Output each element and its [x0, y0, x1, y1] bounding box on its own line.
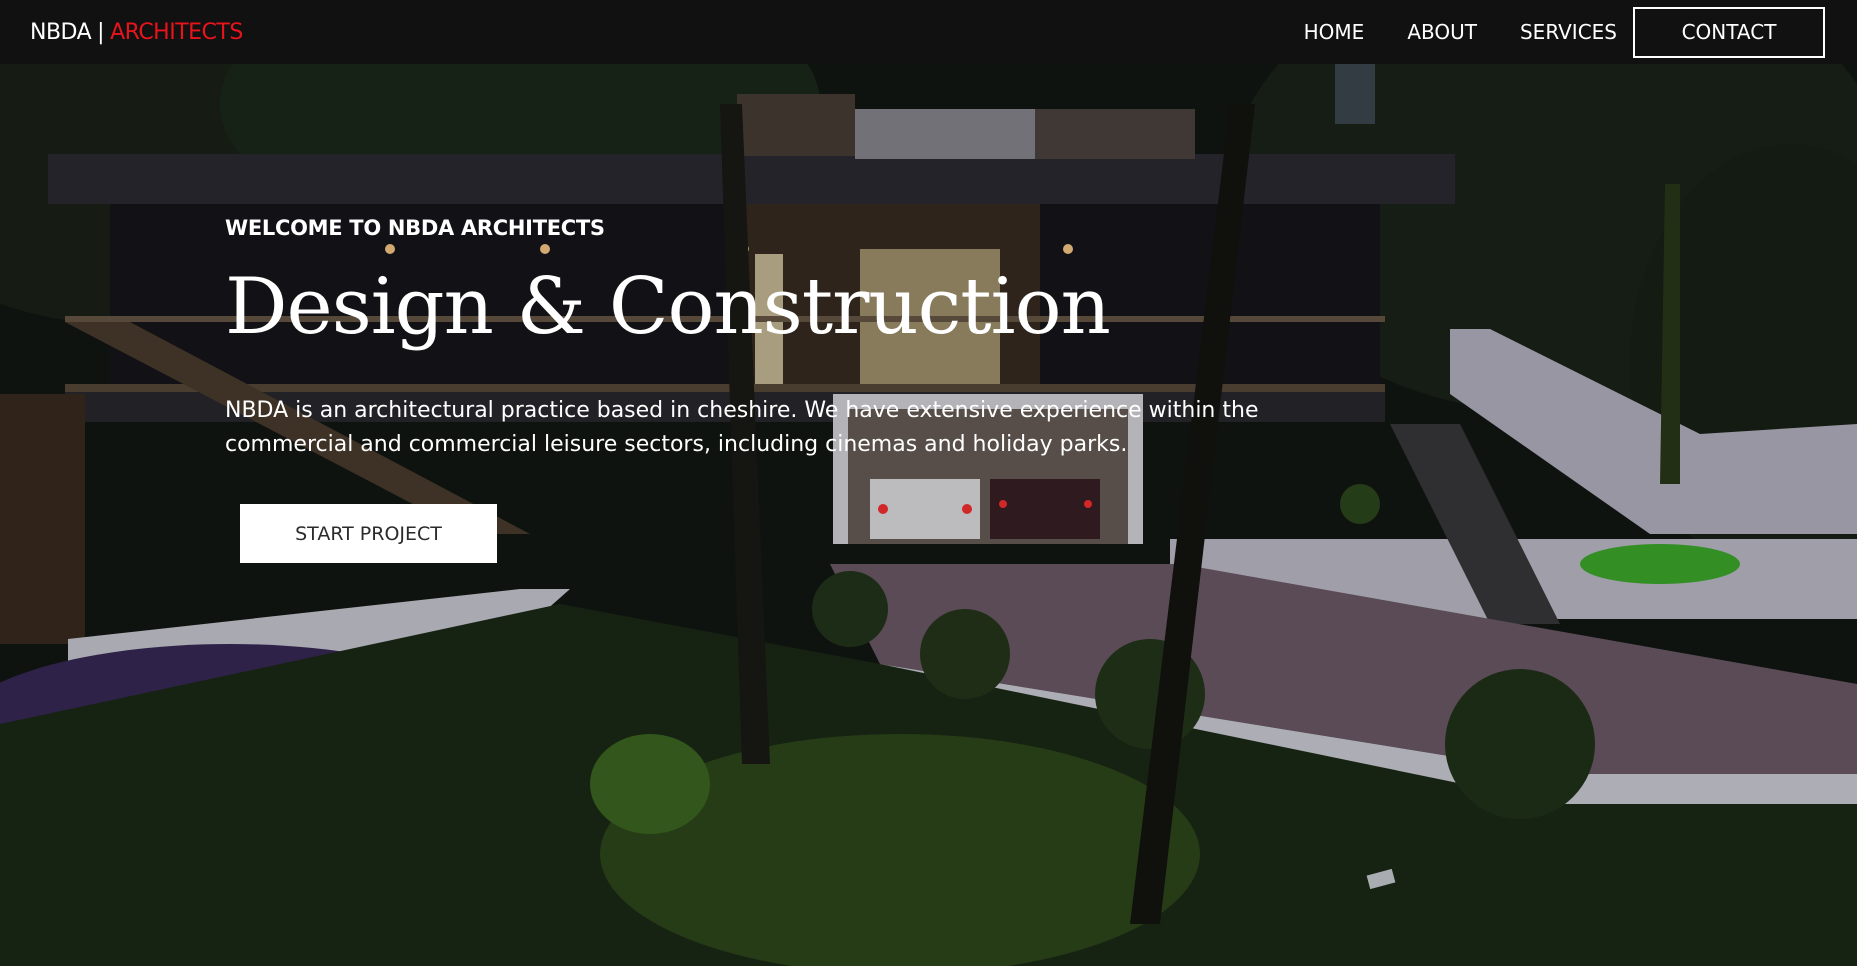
hero-section: WELCOME TO NBDA ARCHITECTS Design & Cons… [0, 64, 1857, 966]
brand-separator: | [97, 19, 105, 45]
main-nav: HOME ABOUT SERVICES CONTACT [1304, 6, 1827, 58]
top-navbar: NBDA | ARCHITECTS HOME ABOUT SERVICES CO… [0, 0, 1857, 64]
contact-button[interactable]: CONTACT [1633, 6, 1825, 58]
start-project-button[interactable]: START PROJECT [240, 504, 497, 563]
hero-eyebrow: WELCOME TO NBDA ARCHITECTS [225, 216, 605, 240]
hero-headline: Design & Construction [225, 262, 1111, 352]
brand-name: NBDA [30, 19, 92, 45]
hero-content: WELCOME TO NBDA ARCHITECTS Design & Cons… [225, 216, 1325, 563]
nav-home-link[interactable]: HOME [1304, 20, 1365, 44]
nav-services-link[interactable]: SERVICES [1520, 20, 1617, 44]
brand-tagline: ARCHITECTS [110, 19, 243, 45]
hero-description: NBDA is an architectural practice based … [225, 398, 1259, 457]
brand-logo[interactable]: NBDA | ARCHITECTS [30, 20, 243, 45]
nav-about-link[interactable]: ABOUT [1407, 20, 1477, 44]
